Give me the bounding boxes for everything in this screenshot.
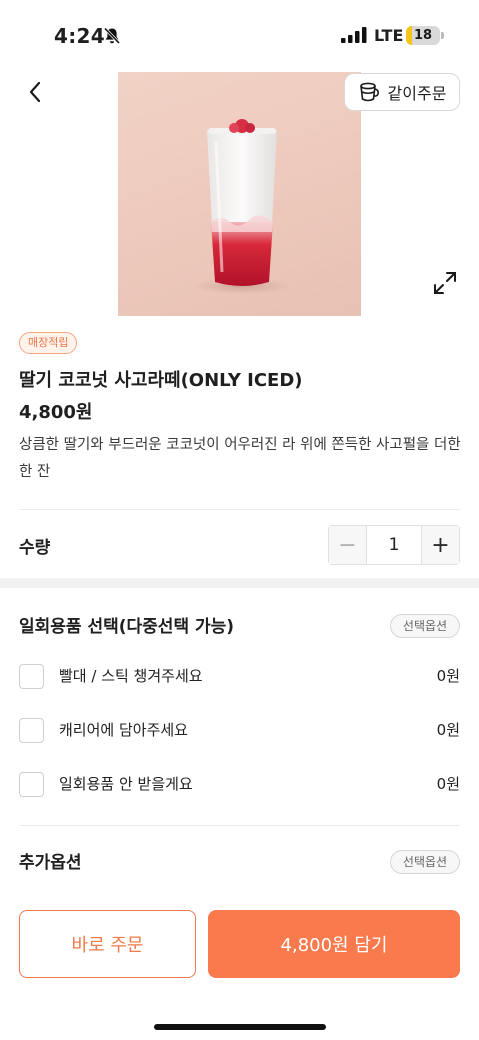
product-image — [118, 72, 361, 316]
signal-icon — [341, 27, 367, 43]
network-label: LTE — [374, 26, 404, 45]
product-description: 상큼한 딸기와 부드러운 코코넛이 어우러진 라 위에 쫀득한 사고펄을 더한 … — [19, 437, 461, 480]
expand-icon — [434, 272, 456, 294]
quantity-decrease-button[interactable]: − — [329, 526, 367, 564]
option-row-straw[interactable]: 빨대 / 스틱 챙겨주세요 0원 — [19, 661, 460, 691]
battery-level: 18 — [413, 28, 433, 43]
divider — [19, 509, 460, 510]
option-price: 0원 — [436, 667, 460, 685]
battery-cap — [441, 32, 444, 39]
optional-badge: 선택옵션 — [390, 614, 460, 638]
expand-image-button[interactable] — [432, 270, 458, 296]
cup-stack-icon — [359, 82, 379, 102]
drink-cup-image — [194, 119, 290, 294]
quantity-label: 수량 — [19, 538, 51, 558]
option-label: 캐리어에 담아주세요 — [59, 721, 188, 739]
option-row-carrier[interactable]: 캐리어에 담아주세요 0원 — [19, 715, 460, 745]
bell-slash-icon — [103, 27, 121, 45]
together-order-label: 같이주문 — [387, 84, 447, 103]
disposables-group-title: 일회용품 선택(다중선택 가능) — [19, 617, 235, 637]
chevron-left-icon — [29, 81, 41, 103]
option-label: 빨대 / 스틱 챙겨주세요 — [59, 667, 203, 685]
status-time: 4:24 — [54, 24, 105, 48]
buy-now-button[interactable]: 바로 주문 — [19, 910, 196, 978]
home-indicator — [154, 1024, 326, 1030]
battery-icon: 18 — [406, 26, 440, 45]
quantity-stepper: − 1 + — [328, 525, 460, 565]
product-price: 4,800원 — [19, 402, 93, 423]
quantity-increase-button[interactable]: + — [421, 526, 459, 564]
status-bar: 4:24 LTE 18 — [0, 0, 479, 70]
straw-checkbox[interactable] — [19, 664, 44, 689]
optional-badge: 선택옵션 — [390, 850, 460, 874]
extra-options-title: 추가옵션 — [19, 853, 82, 873]
option-row-no-disposables[interactable]: 일회용품 안 받을게요 0원 — [19, 769, 460, 799]
divider — [19, 825, 460, 826]
no-disposables-checkbox[interactable] — [19, 772, 44, 797]
carrier-checkbox[interactable] — [19, 718, 44, 743]
store-points-badge: 매장적립 — [19, 332, 78, 354]
option-price: 0원 — [436, 721, 460, 739]
together-order-button[interactable]: 같이주문 — [344, 73, 460, 111]
option-price: 0원 — [436, 775, 460, 793]
back-button[interactable] — [20, 76, 50, 108]
quantity-value: 1 — [367, 526, 421, 564]
section-separator — [0, 578, 479, 588]
option-label: 일회용품 안 받을게요 — [59, 775, 193, 793]
product-name: 딸기 코코넛 사고라떼(ONLY ICED) — [19, 370, 303, 391]
add-to-cart-button[interactable]: 4,800원 담기 — [208, 910, 460, 978]
